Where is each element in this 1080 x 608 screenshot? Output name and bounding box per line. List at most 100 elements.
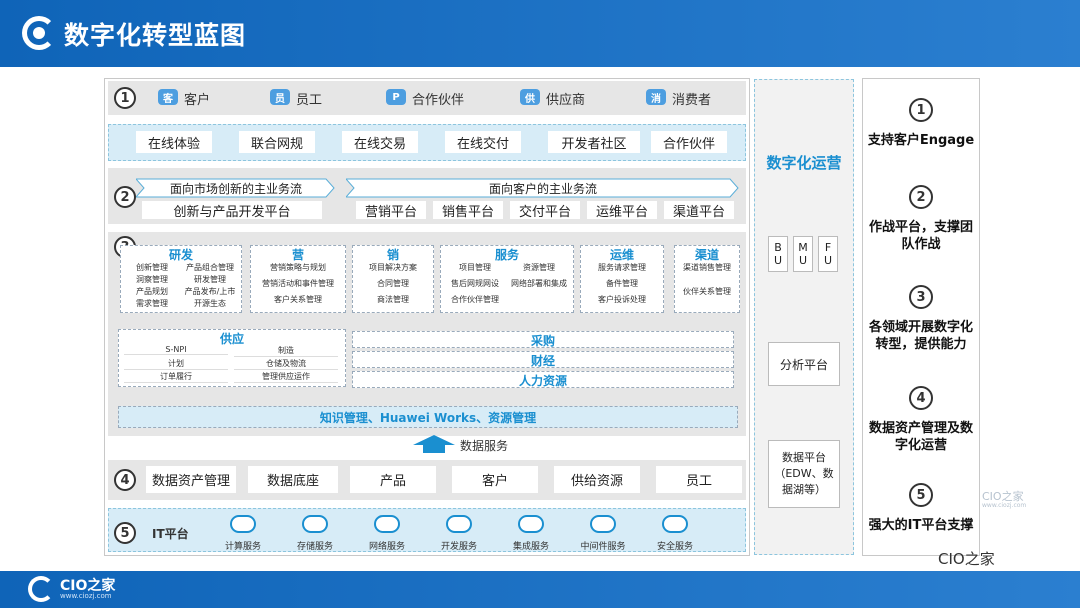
bmf-box-1: M U — [793, 236, 813, 272]
side-number-1: 2 — [909, 185, 933, 209]
domain-item-ops-1: 备件管理 — [583, 278, 661, 289]
right-flow-label: 面向客户的主业务流 — [356, 180, 730, 196]
footer-logo-icon — [28, 576, 54, 602]
domain-item-service-0: 项目管理 — [443, 262, 507, 273]
channel-box-4: 开发者社区 — [548, 131, 640, 153]
row5-number: 5 — [114, 522, 136, 544]
row1-icon-1: 员 — [270, 89, 290, 105]
domain-item-sales-2: 商法管理 — [355, 294, 431, 305]
service-cloud-icon-6 — [662, 515, 688, 533]
service-label-4: 集成服务 — [498, 539, 564, 552]
service-label-1: 存储服务 — [282, 539, 348, 552]
right-bar-0: 采购 — [352, 331, 734, 348]
domain-item-channel-1: 伙伴关系管理 — [677, 286, 737, 297]
service-label-0: 计算服务 — [210, 539, 276, 552]
supply-item-0: S-NPI — [124, 345, 228, 355]
row2-number: 2 — [114, 186, 136, 208]
domain-item-service-4: 合作伙伴管理 — [443, 294, 507, 305]
row1-icon-0: 客 — [158, 89, 178, 105]
row1-item-3: 供应商 — [546, 89, 585, 108]
domain-title-service: 服务 — [440, 246, 574, 263]
domain-item-channel-0: 渠道销售管理 — [677, 262, 737, 273]
service-cloud-icon-1 — [302, 515, 328, 533]
domain-item-ops-2: 客户投诉处理 — [583, 294, 661, 305]
bmf-box-0: B U — [768, 236, 788, 272]
service-cloud-icon-2 — [374, 515, 400, 533]
data-asset-box-5: 员工 — [656, 466, 742, 493]
row1-icon-3: 供 — [520, 89, 540, 105]
service-label-3: 开发服务 — [426, 539, 492, 552]
analysis-platform: 分析平台 — [768, 342, 840, 386]
domain-item-rd-5: 产品发布/上市 — [181, 286, 239, 297]
channel-box-2: 在线交易 — [342, 131, 418, 153]
left-flow-label: 面向市场创新的主业务流 — [146, 180, 326, 196]
service-label-6: 安全服务 — [642, 539, 708, 552]
domain-item-sales-0: 项目解决方案 — [355, 262, 431, 273]
service-label-2: 网络服务 — [354, 539, 420, 552]
domain-item-rd-4: 产品规划 — [123, 286, 181, 297]
row4-number: 4 — [114, 469, 136, 491]
domain-title-ops: 运维 — [580, 246, 664, 263]
side-text-2: 各领域开展数字化转型，提供能力 — [866, 319, 976, 353]
data-asset-box-3: 客户 — [452, 466, 538, 493]
watermark-url: www.ciozj.com — [982, 502, 1026, 509]
data-asset-box-2: 产品 — [350, 466, 436, 493]
it-platform-label: IT平台 — [152, 525, 189, 542]
right-bar-2: 人力资源 — [352, 371, 734, 388]
supply-item-3: 仓储及物流 — [234, 358, 338, 370]
side-number-3: 4 — [909, 386, 933, 410]
data-asset-box-0: 数据资产管理 — [146, 466, 236, 493]
domain-item-service-2: 售后网规网设 — [443, 278, 507, 289]
business-platform-1: 销售平台 — [433, 201, 503, 219]
up-arrow-icon — [413, 435, 455, 453]
domain-item-rd-6: 需求管理 — [123, 298, 181, 309]
service-cloud-icon-3 — [446, 515, 472, 533]
ops-title: 数字化运营 — [754, 152, 854, 173]
domain-item-sales-1: 合同管理 — [355, 278, 431, 289]
row1-icon-4: 消 — [646, 89, 666, 105]
bmf-box-2: F U — [818, 236, 838, 272]
domain-item-rd-3: 研发管理 — [181, 274, 239, 285]
service-cloud-icon-4 — [518, 515, 544, 533]
row1-item-1: 员工 — [296, 89, 322, 108]
wechat-watermark: CIO之家 — [938, 548, 995, 569]
footer-bar — [0, 571, 1080, 608]
business-platform-2: 交付平台 — [510, 201, 580, 219]
row1-item-4: 消费者 — [672, 89, 711, 108]
supply-item-2: 计划 — [124, 358, 228, 370]
km-label: 知识管理、Huawei Works、资源管理 — [118, 409, 738, 426]
right-bar-1: 财经 — [352, 351, 734, 368]
service-label-5: 中间件服务 — [570, 539, 636, 552]
business-platform-0: 营销平台 — [356, 201, 426, 219]
domain-item-ops-0: 服务请求管理 — [583, 262, 661, 273]
side-text-3: 数据资产管理及数字化运营 — [866, 420, 976, 454]
business-platform-4: 渠道平台 — [664, 201, 734, 219]
data-asset-box-4: 供给资源 — [554, 466, 640, 493]
service-cloud-icon-5 — [590, 515, 616, 533]
domain-title-channel: 渠道 — [674, 246, 740, 263]
row1-item-2: 合作伙伴 — [412, 89, 464, 108]
data-asset-box-1: 数据底座 — [248, 466, 338, 493]
channel-box-5: 合作伙伴 — [651, 131, 727, 153]
service-cloud-icon-0 — [230, 515, 256, 533]
side-number-0: 1 — [909, 98, 933, 122]
domain-title-sales: 销 — [352, 246, 434, 263]
supply-item-1: 制造 — [234, 345, 338, 357]
side-number-2: 3 — [909, 285, 933, 309]
domain-item-market-2: 客户关系管理 — [253, 294, 343, 305]
domain-item-rd-1: 产品组合管理 — [181, 262, 239, 273]
domain-item-rd-7: 开源生态 — [181, 298, 239, 309]
domain-title-rd: 研发 — [120, 246, 242, 263]
left-flow-box: 创新与产品开发平台 — [142, 201, 322, 219]
domain-item-rd-0: 创新管理 — [123, 262, 181, 273]
logo-dot — [33, 27, 45, 39]
row1-icon-2: P — [386, 89, 406, 105]
domain-item-rd-2: 洞察管理 — [123, 274, 181, 285]
data-service-label: 数据服务 — [460, 437, 508, 454]
domain-item-service-1: 资源管理 — [507, 262, 571, 273]
channel-box-1: 联合网规 — [239, 131, 315, 153]
domain-item-service-3: 网络部署和集成 — [507, 278, 571, 289]
supply-item-4: 订单履行 — [124, 371, 228, 383]
channel-box-0: 在线体验 — [136, 131, 212, 153]
row1-item-0: 客户 — [184, 89, 210, 108]
